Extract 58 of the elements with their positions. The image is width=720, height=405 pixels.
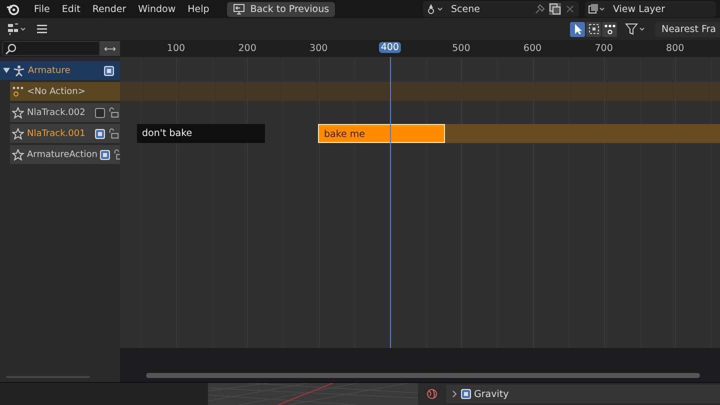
search-field[interactable]	[2, 41, 100, 56]
screen-icon	[233, 3, 246, 15]
track-channel[interactable]: ArmatureAction	[10, 145, 120, 164]
object-channel[interactable]: Armature	[0, 61, 120, 80]
frame-number: 600	[523, 43, 542, 54]
pin-icon[interactable]	[534, 3, 546, 15]
action-strip[interactable]: don't bake	[137, 124, 265, 143]
frame-number: 300	[310, 43, 328, 54]
frame-number: 500	[452, 43, 470, 54]
gravity-label: Gravity	[474, 388, 509, 400]
swap-icon[interactable]	[100, 41, 120, 56]
dots-icon	[604, 23, 616, 35]
blender-logo-icon[interactable]	[6, 2, 20, 16]
select-tweak-tool[interactable]	[570, 22, 586, 36]
filter-icon[interactable]	[625, 22, 648, 36]
object-name: Armature	[28, 66, 72, 76]
close-icon[interactable]	[564, 3, 576, 15]
back-to-previous-button[interactable]: Back to Previous	[227, 2, 336, 16]
menu-item[interactable]: Render	[86, 4, 132, 14]
menu-item[interactable]: Help	[182, 4, 216, 14]
frame-number: 200	[238, 43, 256, 54]
current-frame-marker[interactable]: 400	[378, 42, 401, 53]
menu-icon[interactable]	[36, 23, 48, 35]
track-channel[interactable]: NlaTrack.002	[10, 103, 120, 122]
action-icon	[12, 86, 24, 98]
action-name: <No Action>	[27, 86, 86, 96]
copy-icon[interactable]	[549, 3, 561, 15]
action-strip[interactable]: bake me	[318, 124, 445, 143]
checkbox[interactable]	[95, 108, 105, 118]
select-keys-tool[interactable]	[602, 22, 618, 36]
frame-number: 800	[666, 43, 684, 54]
menu-item[interactable]: Edit	[56, 4, 86, 14]
chevron-icon[interactable]	[452, 390, 458, 398]
star-icon	[12, 148, 24, 160]
box-select-icon	[588, 23, 600, 35]
star-icon	[12, 128, 24, 140]
track-name: ArmatureAction	[27, 150, 98, 160]
box-select-tool[interactable]	[586, 22, 602, 36]
expand-triangle-icon[interactable]	[3, 67, 10, 74]
editor-type-icon[interactable]	[6, 22, 28, 36]
scrollbar[interactable]	[146, 373, 700, 378]
track-name: NlaTrack.002	[27, 108, 86, 118]
track-channel[interactable]: NlaTrack.001	[10, 124, 120, 143]
armature-icon	[13, 64, 25, 76]
menu-item[interactable]: Window	[132, 4, 182, 14]
unlocked-icon[interactable]	[108, 107, 119, 118]
globe-icon[interactable]	[426, 388, 438, 400]
action-channel[interactable]: <No Action>	[10, 82, 120, 101]
snapping-dropdown[interactable]: Nearest Fra	[655, 22, 720, 36]
unlocked-icon[interactable]	[108, 128, 119, 139]
menu-item[interactable]: File	[28, 4, 56, 14]
track-name: NlaTrack.001	[27, 128, 86, 138]
frame-number: 100	[166, 43, 186, 54]
scene-icon[interactable]	[426, 3, 444, 15]
view-layer-icon[interactable]	[588, 3, 606, 15]
star-icon	[12, 106, 24, 118]
frame-number: 700	[594, 43, 613, 54]
search-icon	[5, 42, 17, 54]
